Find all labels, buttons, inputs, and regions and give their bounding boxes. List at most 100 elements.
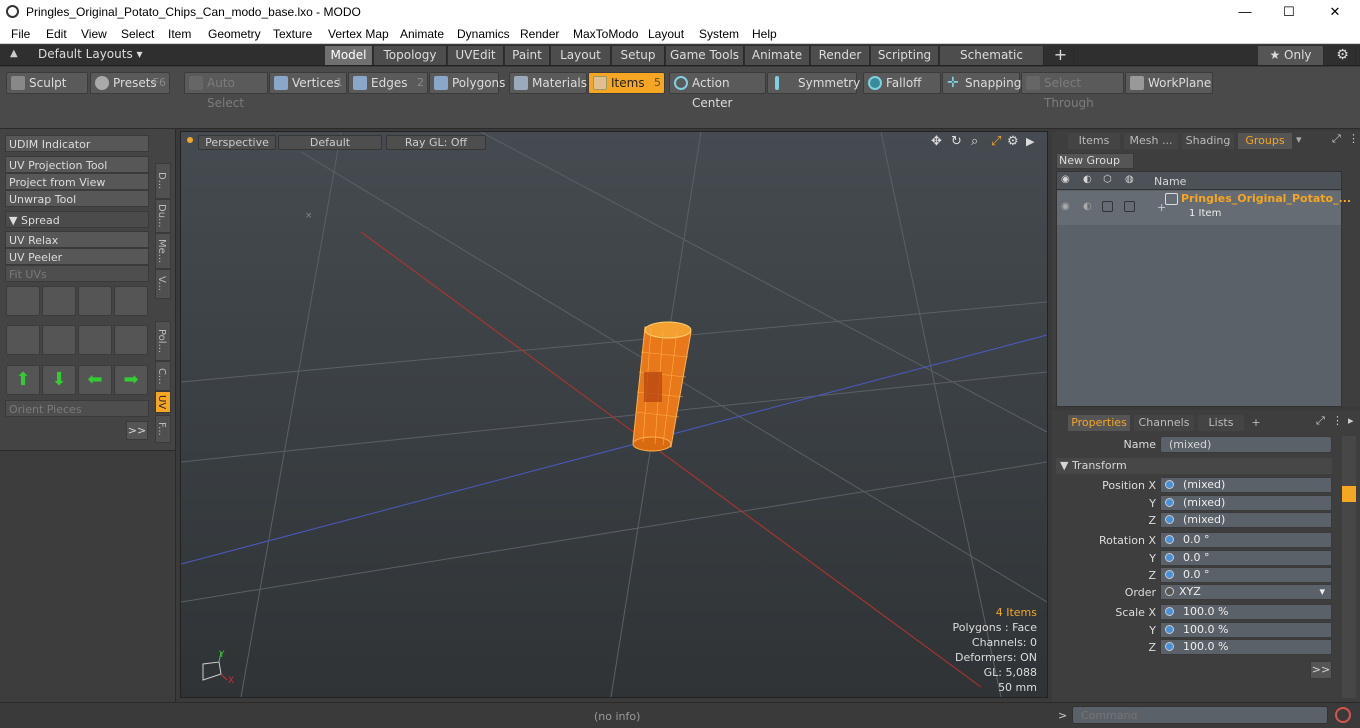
props-expand-icon[interactable]: ⤢ [1316,414,1325,428]
group-name[interactable]: Pringles_Original_Potato_... [1181,192,1351,205]
tab-channels[interactable]: Channels [1134,415,1194,431]
scale-y-field[interactable]: 100.0 % [1160,622,1332,638]
tab-layout[interactable]: Layout [551,46,611,65]
tab-paint[interactable]: Paint [505,46,550,65]
symmetry-button[interactable]: Symmetry [767,72,860,94]
tab-game-tools[interactable]: Game Tools [666,46,744,65]
vtab-c[interactable]: C... [155,361,171,391]
presets-button[interactable]: Presets F6 [90,72,170,94]
order-dropdown[interactable]: XYZ ▾ [1160,584,1332,600]
menu-dynamics[interactable]: Dynamics [457,27,510,41]
command-input[interactable] [1072,706,1328,724]
select-through-button[interactable]: Select Through [1021,72,1124,110]
panel-more-icon[interactable]: ⋮ [1348,132,1359,145]
select-icon[interactable]: ◍ [1125,174,1134,185]
scale-z-field[interactable]: 100.0 % [1160,639,1332,655]
minimize-button[interactable]: — [1223,2,1267,22]
group-row[interactable]: ◉ ◐ + Pringles_Original_Potato_... 1 Ite… [1057,191,1351,225]
uv-box-tool-icon[interactable] [114,286,148,316]
orient-pieces-button[interactable]: Orient Pieces [5,400,149,417]
menu-help[interactable]: Help [752,27,777,41]
polygons-button[interactable]: Polygons [429,72,505,94]
3d-viewport[interactable]: × Perspective Default Ray GL: Off ✥ ↻ ⌕ … [180,131,1048,698]
viewport-settings-icon[interactable]: ⚙ [1007,134,1019,149]
default-layouts-dropdown[interactable]: Default Layouts ▾ [38,47,143,61]
arrow-right-icon[interactable]: ➡ [114,365,148,395]
view-perspective-dropdown[interactable]: Perspective [198,135,276,150]
uv-taper-icon[interactable] [78,325,112,355]
expand-button[interactable]: >> [126,421,148,440]
menu-animate[interactable]: Animate [400,27,444,41]
tab-groups[interactable]: Groups [1238,133,1292,149]
props-more-icon[interactable]: ⋮ [1332,414,1343,427]
arrow-up-icon[interactable]: ⬆ [6,365,40,395]
rotation-z-field[interactable]: 0.0 ° [1160,567,1332,583]
vtab-pol[interactable]: Pol... [155,321,171,361]
transform-section[interactable]: ▼ Transform [1056,458,1332,474]
uv-move-tool-icon[interactable] [6,286,40,316]
menu-vertex-map[interactable]: Vertex Map [328,27,389,41]
vtab-f[interactable]: F... [155,415,171,443]
viewport-expand-icon[interactable]: ▶ [1026,135,1034,148]
menu-system[interactable]: System [699,27,739,41]
unwrap-tool-button[interactable]: Unwrap Tool [5,190,149,207]
tab-topology[interactable]: Topology [374,46,447,65]
materials-button[interactable]: Materials [509,72,587,94]
row-select-checkbox[interactable] [1124,201,1135,212]
vtab-uv[interactable]: UV [155,391,171,413]
uv-sphere-icon[interactable] [114,325,148,355]
tab-animate[interactable]: Animate [745,46,810,65]
rotation-x-field[interactable]: 0.0 ° [1160,532,1332,548]
menu-render[interactable]: Render [520,27,559,41]
new-group-button[interactable]: New Group [1056,153,1134,169]
fit-view-icon[interactable]: ⤢ [991,134,1001,149]
vertices-button[interactable]: Vertices 1 [269,72,347,94]
ray-gl-toggle[interactable]: Ray GL: Off [386,135,486,150]
record-icon[interactable] [1335,707,1351,723]
vtab-du[interactable]: Du... [155,199,171,233]
tab-lists[interactable]: Lists [1198,415,1244,431]
project-from-view-button[interactable]: Project from View [5,173,149,190]
uv-rotate-tool-icon[interactable] [42,286,76,316]
uv-relax-button[interactable]: UV Relax [5,231,149,248]
props-arrow-icon[interactable]: ▸ [1348,414,1354,427]
tab-setup[interactable]: Setup [612,46,665,65]
menu-select[interactable]: Select [121,27,154,41]
vtab-v[interactable]: V... [155,269,171,299]
name-field[interactable]: (mixed) [1160,436,1332,453]
tab-schematic-fusion[interactable]: Schematic Fusion [940,46,1044,80]
edges-button[interactable]: Edges 2 [348,72,428,94]
menu-geometry[interactable]: Geometry [208,27,261,41]
menu-file[interactable]: File [11,27,30,41]
auto-select-button[interactable]: Auto Select [184,72,268,110]
close-button[interactable]: ✕ [1313,2,1357,22]
tabs-dropdown-icon[interactable]: ▾ [1296,133,1302,146]
rotation-y-field[interactable]: 0.0 ° [1160,550,1332,566]
action-center-button[interactable]: Action Center [669,72,766,110]
panel-expand-icon[interactable]: ⤢ [1332,132,1341,146]
tab-mesh[interactable]: Mesh ... [1124,133,1178,149]
position-y-field[interactable]: (mixed) [1160,495,1332,511]
uv-grid-icon[interactable] [42,325,76,355]
only-toggle[interactable]: ★ Only [1258,46,1324,65]
row-lock-icon[interactable]: ◐ [1083,201,1092,212]
menu-item[interactable]: Item [168,27,191,41]
add-tab-button[interactable]: + [1048,46,1074,65]
tab-items[interactable]: Items [1068,133,1120,149]
maximize-button[interactable]: ☐ [1267,2,1311,22]
render-cube-icon[interactable]: ⬡ [1103,174,1112,185]
props-more-button[interactable]: >> [1310,661,1332,679]
tab-shading[interactable]: Shading [1182,133,1234,149]
menu-layout[interactable]: Layout [648,27,684,41]
lock-icon[interactable]: ◐ [1083,174,1092,185]
menu-texture[interactable]: Texture [273,27,312,41]
tab-uvedit[interactable]: UVEdit [448,46,504,65]
props-side-tab-active[interactable] [1342,486,1356,502]
vtab-me[interactable]: Me... [155,233,171,269]
position-x-field[interactable]: (mixed) [1160,477,1332,493]
workplane-button[interactable]: WorkPlane [1125,72,1213,94]
uv-projection-tool-button[interactable]: UV Projection Tool [5,156,149,173]
tab-properties[interactable]: Properties [1068,415,1130,431]
row-eye-icon[interactable]: ◉ [1061,201,1070,212]
row-render-checkbox[interactable] [1102,201,1113,212]
